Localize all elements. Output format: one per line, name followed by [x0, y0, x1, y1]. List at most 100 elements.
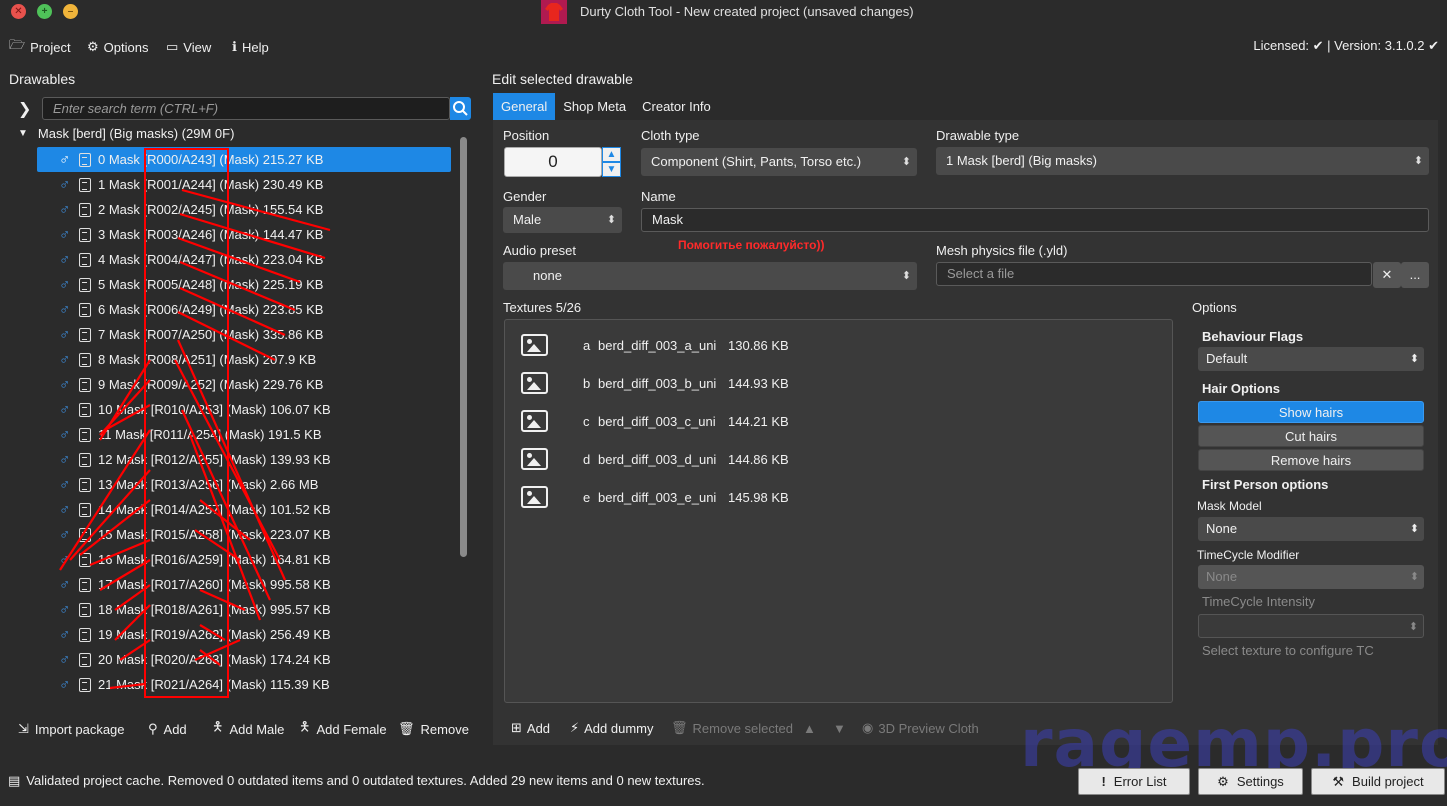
- preview-3d-button[interactable]: ◉ 3D Preview Cloth: [862, 719, 979, 737]
- drawable-row[interactable]: ♂ 0 Mask [R000/A243] (Mask) 215.27 KB: [37, 147, 451, 172]
- gender-value: Male: [513, 212, 542, 227]
- clipboard-icon: [79, 202, 91, 217]
- drawable-row[interactable]: ♂ 12 Mask [R012/A255] (Mask) 139.93 KB: [37, 447, 451, 472]
- male-icon: ♂: [59, 651, 71, 668]
- texture-letter: d: [583, 451, 591, 467]
- chevron-updown-icon: ⬍: [901, 156, 911, 168]
- search-input[interactable]: Enter search term (CTRL+F): [42, 97, 450, 120]
- timecycle-intensity-input[interactable]: ⬍: [1198, 614, 1424, 638]
- expand-all-icon[interactable]: ❯: [18, 99, 31, 119]
- clipboard-icon: [79, 552, 91, 567]
- drawable-row[interactable]: ♂ 1 Mask [R001/A244] (Mask) 230.49 KB: [37, 172, 451, 197]
- texture-name: berd_diff_003_b_uni: [598, 375, 717, 391]
- close-window-button[interactable]: ✕: [11, 4, 26, 19]
- drawable-row[interactable]: ♂ 3 Mask [R003/A246] (Mask) 144.47 KB: [37, 222, 451, 247]
- remove-drawable-button[interactable]: 🗑 Remove: [398, 719, 469, 739]
- browse-mesh-button[interactable]: ...: [1401, 262, 1429, 288]
- name-input[interactable]: Mask: [641, 208, 1429, 232]
- add-female-button[interactable]: 🯅 Add Female: [299, 719, 387, 739]
- texture-row[interactable]: d berd_diff_003_d_uni 144.86 KB: [521, 446, 789, 472]
- tab-general[interactable]: General: [493, 93, 556, 120]
- add-dummy-button[interactable]: ⚡ Add dummy: [570, 719, 654, 737]
- menu-view[interactable]: ▭ View: [166, 36, 211, 58]
- settings-button[interactable]: ⚙ Settings: [1198, 768, 1303, 795]
- chevron-updown-icon: ⬍: [606, 214, 616, 226]
- drawable-row[interactable]: ♂ 4 Mask [R004/A247] (Mask) 223.04 KB: [37, 247, 451, 272]
- menu-project-label: Project: [30, 39, 71, 55]
- mask-model-select[interactable]: None ⬍: [1198, 517, 1424, 541]
- audio-preset-label: Audio preset: [503, 243, 576, 258]
- drawable-row[interactable]: ♂ 17 Mask [R017/A260] (Mask) 995.58 KB: [37, 572, 451, 597]
- texture-row[interactable]: e berd_diff_003_e_uni 145.98 KB: [521, 484, 789, 510]
- position-up-button[interactable]: ▲: [602, 147, 621, 162]
- search-button[interactable]: [450, 97, 471, 120]
- male-icon: ♂: [59, 226, 71, 243]
- audio-preset-select[interactable]: none ⬍: [503, 262, 917, 290]
- tab-creator-info[interactable]: Creator Info: [634, 93, 719, 120]
- drawable-row[interactable]: ♂ 20 Mask [R020/A263] (Mask) 174.24 KB: [37, 647, 451, 672]
- menu-project[interactable]: 🗁 Project: [9, 36, 71, 58]
- position-down-button[interactable]: ▼: [602, 162, 621, 177]
- drawable-row[interactable]: ♂ 21 Mask [R021/A264] (Mask) 115.39 KB: [37, 672, 451, 697]
- add-drawable-button[interactable]: ⚲ Add: [148, 719, 187, 739]
- show-hairs-button[interactable]: Show hairs: [1198, 401, 1424, 423]
- import-package-button[interactable]: ⇲ Import package: [18, 719, 125, 739]
- drawable-row[interactable]: ♂ 18 Mask [R018/A261] (Mask) 995.57 KB: [37, 597, 451, 622]
- texture-row[interactable]: c berd_diff_003_c_uni 144.21 KB: [521, 408, 789, 434]
- menu-options[interactable]: ⚙ Options: [87, 36, 148, 58]
- arrow-down-icon: ▼: [833, 720, 846, 736]
- menu-help[interactable]: ℹ Help: [232, 36, 269, 58]
- image-icon: [521, 334, 548, 356]
- male-icon: ♂: [59, 476, 71, 493]
- timecycle-modifier-select[interactable]: None ⬍: [1198, 565, 1424, 589]
- position-input[interactable]: 0: [504, 147, 602, 177]
- move-down-button[interactable]: ▼: [833, 719, 846, 737]
- minimize-window-button[interactable]: –: [63, 4, 78, 19]
- male-icon: ♂: [59, 401, 71, 418]
- add-male-button[interactable]: 🯅 Add Male: [212, 719, 284, 739]
- drawables-scrollbar[interactable]: [460, 137, 467, 557]
- cut-hairs-button[interactable]: Cut hairs: [1198, 425, 1424, 447]
- chevron-updown-icon: ⬍: [1409, 571, 1419, 583]
- drawable-row[interactable]: ♂ 15 Mask [R015/A258] (Mask) 223.07 KB: [37, 522, 451, 547]
- gender-label: Gender: [503, 189, 547, 204]
- drawable-row[interactable]: ♂ 10 Mask [R010/A253] (Mask) 106.07 KB: [37, 397, 451, 422]
- remove-selected-button[interactable]: 🗑 Remove selected: [671, 719, 793, 737]
- drawable-row-label: 3 Mask [R003/A246] (Mask) 144.47 KB: [98, 227, 324, 242]
- edit-drawable-title: Edit selected drawable: [492, 71, 633, 87]
- drawable-row[interactable]: ♂ 8 Mask [R008/A251] (Mask) 207.9 KB: [37, 347, 451, 372]
- move-up-button[interactable]: ▲: [803, 719, 816, 737]
- preview-3d-label: 3D Preview Cloth: [878, 720, 979, 736]
- add-texture-button[interactable]: ⊞ Add: [511, 719, 550, 737]
- drawable-type-select[interactable]: 1 Mask [berd] (Big masks) ⬍: [936, 147, 1429, 175]
- gender-select[interactable]: Male ⬍: [503, 207, 622, 233]
- caret-down-icon: ▼: [18, 128, 28, 139]
- drawable-row[interactable]: ♂ 14 Mask [R014/A257] (Mask) 101.52 KB: [37, 497, 451, 522]
- clipboard-icon: [79, 302, 91, 317]
- clipboard-icon: [79, 502, 91, 517]
- drawable-row[interactable]: ♂ 13 Mask [R013/A256] (Mask) 2.66 MB: [37, 472, 451, 497]
- texture-row[interactable]: a berd_diff_003_a_uni 130.86 KB: [521, 332, 789, 358]
- drawable-row[interactable]: ♂ 2 Mask [R002/A245] (Mask) 155.54 KB: [37, 197, 451, 222]
- tab-shop-meta[interactable]: Shop Meta: [555, 93, 634, 120]
- behaviour-flags-select[interactable]: Default ⬍: [1198, 347, 1424, 371]
- texture-row[interactable]: b berd_diff_003_b_uni 144.93 KB: [521, 370, 789, 396]
- error-list-button[interactable]: ! Error List: [1078, 768, 1190, 795]
- tree-group-mask[interactable]: ▼ Mask [berd] (Big masks) (29M 0F): [18, 126, 234, 141]
- build-project-button[interactable]: ⚒ Build project: [1311, 768, 1445, 795]
- drawable-row[interactable]: ♂ 16 Mask [R016/A259] (Mask) 164.81 KB: [37, 547, 451, 572]
- drawable-row[interactable]: ♂ 7 Mask [R007/A250] (Mask) 335.86 KB: [37, 322, 451, 347]
- drawable-row[interactable]: ♂ 19 Mask [R019/A262] (Mask) 256.49 KB: [37, 622, 451, 647]
- texture-size: 144.21 KB: [728, 413, 789, 429]
- maximize-window-button[interactable]: +: [37, 4, 52, 19]
- drawable-row[interactable]: ♂ 11 Mask [R011/A254] (Mask) 191.5 KB: [37, 422, 451, 447]
- cloth-type-select[interactable]: Component (Shirt, Pants, Torso etc.) ⬍: [641, 148, 917, 176]
- mesh-physics-input[interactable]: Select a file: [936, 262, 1372, 286]
- drawable-row[interactable]: ♂ 5 Mask [R005/A248] (Mask) 225.19 KB: [37, 272, 451, 297]
- drawable-row[interactable]: ♂ 9 Mask [R009/A252] (Mask) 229.76 KB: [37, 372, 451, 397]
- clipboard-icon: [79, 252, 91, 267]
- male-icon: ♂: [59, 201, 71, 218]
- remove-hairs-button[interactable]: Remove hairs: [1198, 449, 1424, 471]
- clear-mesh-button[interactable]: ✕: [1373, 262, 1401, 288]
- drawable-row[interactable]: ♂ 6 Mask [R006/A249] (Mask) 223.85 KB: [37, 297, 451, 322]
